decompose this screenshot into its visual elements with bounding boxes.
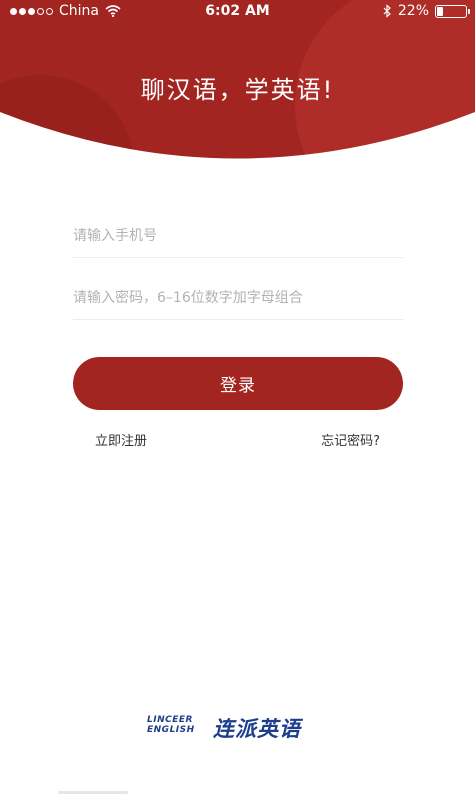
phone-input[interactable] xyxy=(73,222,403,250)
header: China 6:02 AM 22% 聊汉语，学英语! xyxy=(0,0,475,165)
phone-field xyxy=(73,214,403,258)
brand-logo: LINCEER ENGLISH 连派英语 xyxy=(147,713,329,741)
password-input[interactable] xyxy=(73,284,403,312)
brand-logo-english-line1: LINCEER xyxy=(147,715,193,725)
brand-logo-chinese: 连派英语 xyxy=(213,717,301,741)
brand-logo-english: LINCEER ENGLISH xyxy=(147,715,209,735)
forgot-password-link[interactable]: 忘记密码? xyxy=(321,430,380,449)
login-button-label: 登录 xyxy=(220,376,256,396)
status-bar: China 6:02 AM 22% xyxy=(0,0,475,24)
brand-logo-english-line2: ENGLISH xyxy=(147,725,195,735)
slogan: 聊汉语，学英语! xyxy=(140,76,335,104)
bluetooth-icon xyxy=(383,4,391,18)
login-button[interactable]: 登录 xyxy=(73,357,403,410)
register-link[interactable]: 立即注册 xyxy=(95,430,147,449)
password-field xyxy=(73,276,403,320)
battery-icon xyxy=(435,4,470,18)
home-indicator xyxy=(58,791,128,794)
battery-percent: 22% xyxy=(397,3,429,19)
